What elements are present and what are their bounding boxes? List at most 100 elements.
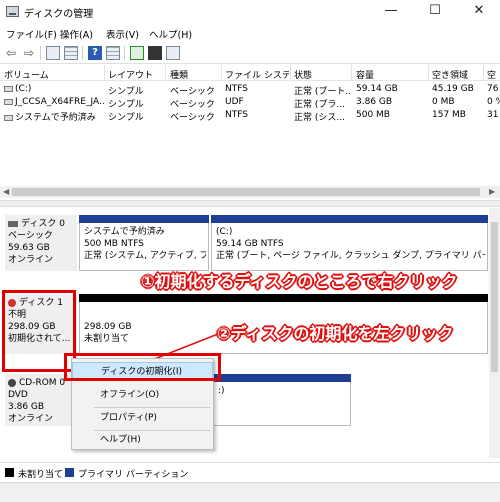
unallocated-swatch bbox=[5, 468, 14, 477]
filesystem-cell: NTFS bbox=[225, 110, 248, 120]
disk0-size: 59.63 GB bbox=[8, 243, 50, 253]
menu-item-offline[interactable]: オフライン(O) bbox=[72, 386, 213, 405]
partition-status: 正常 (ブート, ページ ファイル, クラッシュ ダンプ, プライマリ パー bbox=[216, 251, 485, 261]
menu-item-properties[interactable]: プロパティ(P) bbox=[72, 409, 213, 428]
col-type[interactable]: 種類 bbox=[170, 68, 220, 81]
cdrom-label[interactable]: CD-ROM 0 DVD 3.86 GB オンライン bbox=[5, 374, 77, 426]
scroll-left-icon[interactable]: ◀ bbox=[3, 186, 9, 198]
toolbar: ⇦ ⇨ ? bbox=[0, 42, 500, 64]
back-arrow-icon[interactable]: ⇦ bbox=[4, 46, 18, 60]
status-bar bbox=[0, 482, 500, 502]
forward-arrow-icon[interactable]: ⇨ bbox=[22, 46, 36, 60]
primary-partition-swatch bbox=[65, 468, 74, 477]
menu-item-help[interactable]: ヘルプ(H) bbox=[72, 431, 213, 450]
layout-cell: シンプル bbox=[108, 113, 144, 123]
disk-settings-icon[interactable] bbox=[148, 46, 162, 60]
column-divider[interactable] bbox=[221, 65, 222, 81]
filesystem-cell: UDF bbox=[225, 97, 244, 107]
partition-status: 正常 (システム, アクティブ, プライ bbox=[84, 251, 206, 261]
col-status[interactable]: 状態 bbox=[294, 68, 350, 81]
legend-unallocated: 未割り当て bbox=[18, 470, 64, 480]
volume-name-cell: (C:) bbox=[4, 84, 104, 94]
partition-details: (C:) 59.14 GB NTFS 正常 (ブート, ページ ファイル, クラ… bbox=[216, 226, 485, 262]
volume-list-horizontal-scrollbar[interactable]: ◀ ▶ bbox=[0, 186, 500, 198]
column-divider[interactable] bbox=[104, 65, 105, 81]
maximize-button[interactable]: ☐ bbox=[414, 0, 456, 22]
highlight-initialize-menu-item bbox=[64, 353, 221, 381]
rescan-icon[interactable] bbox=[166, 46, 180, 60]
volume-row[interactable]: システムで予約済み シンプル ベーシック NTFS 正常 (シス... 500 … bbox=[0, 109, 500, 123]
volume-list: ボリューム レイアウト 種類 ファイル システム 状態 容量 空き領域 空 (C… bbox=[0, 65, 500, 185]
col-layout[interactable]: レイアウト bbox=[108, 68, 164, 81]
column-divider[interactable] bbox=[351, 65, 352, 81]
col-percent-free[interactable]: 空 bbox=[487, 68, 500, 81]
disk0-type: ベーシック bbox=[8, 231, 53, 241]
percent-free-cell: 31 % bbox=[487, 110, 500, 120]
toolbar-separator bbox=[124, 46, 125, 60]
menu-file[interactable]: ファイル(F) bbox=[6, 27, 57, 41]
disk0-name: ディスク 0 bbox=[21, 219, 65, 229]
drive-icon bbox=[4, 98, 13, 105]
col-capacity[interactable]: 容量 bbox=[356, 68, 426, 81]
type-cell: ベーシック bbox=[170, 113, 215, 123]
volume-list-header: ボリューム レイアウト 種類 ファイル システム 状態 容量 空き領域 空 bbox=[0, 65, 500, 81]
window-title: ディスクの管理 bbox=[24, 9, 94, 20]
unallocated-bar bbox=[79, 294, 488, 302]
volume-name: (C:) bbox=[15, 84, 32, 94]
drive-icon bbox=[4, 114, 13, 121]
cdrom-size: 3.86 GB bbox=[8, 402, 45, 412]
volume-name: J_CCSA_X64FRE_JA... bbox=[15, 97, 104, 107]
scrollbar-thumb[interactable] bbox=[12, 188, 480, 196]
title-bar: ディスクの管理 — ☐ ✕ bbox=[0, 0, 500, 24]
column-divider[interactable] bbox=[483, 65, 484, 81]
help-icon[interactable]: ? bbox=[88, 46, 102, 60]
column-divider[interactable] bbox=[428, 65, 429, 81]
menu-action[interactable]: 操作(A) bbox=[60, 27, 93, 41]
menu-help[interactable]: ヘルプ(H) bbox=[149, 27, 192, 41]
list-view-icon[interactable] bbox=[64, 46, 78, 60]
properties-icon[interactable] bbox=[106, 46, 120, 60]
disk-view-vertical-scrollbar[interactable] bbox=[489, 208, 500, 458]
free-space-cell: 0 MB bbox=[432, 97, 455, 107]
free-space-cell: 45.19 GB bbox=[432, 84, 474, 94]
scrollbar-thumb[interactable] bbox=[491, 222, 498, 372]
capacity-cell: 500 MB bbox=[356, 110, 390, 120]
disk0-partition-system-reserved[interactable]: システムで予約済み 500 MB NTFS 正常 (システム, アクティブ, プ… bbox=[79, 215, 209, 271]
disk0-label[interactable]: ディスク 0 ベーシック 59.63 GB オンライン bbox=[5, 215, 77, 271]
cdrom-name: CD-ROM 0 bbox=[19, 378, 66, 388]
column-divider[interactable] bbox=[290, 65, 291, 81]
partition-name: (C:) bbox=[216, 227, 233, 237]
annotation-step2: ②ディスクの初期化を左クリック bbox=[217, 324, 454, 343]
toolbar-separator bbox=[40, 46, 41, 60]
percent-free-cell: 0 % bbox=[487, 97, 500, 107]
refresh-icon[interactable] bbox=[130, 46, 144, 60]
primary-partition-bar bbox=[211, 215, 488, 223]
close-button[interactable]: ✕ bbox=[458, 0, 500, 22]
menu-bar: ファイル(F) 操作(A) 表示(V) ヘルプ(H) bbox=[0, 24, 500, 42]
capacity-cell: 59.14 GB bbox=[356, 84, 398, 94]
cdrom-volume-label: :) bbox=[218, 386, 225, 396]
primary-partition-bar bbox=[79, 215, 209, 223]
disk0-partition-c[interactable]: (C:) 59.14 GB NTFS 正常 (ブート, ページ ファイル, クラ… bbox=[211, 215, 488, 271]
pane-splitter[interactable] bbox=[0, 200, 500, 207]
menu-separator bbox=[94, 407, 210, 408]
col-filesystem[interactable]: ファイル システム bbox=[225, 68, 289, 81]
drive-icon bbox=[4, 85, 13, 92]
filesystem-cell: NTFS bbox=[225, 84, 248, 94]
minimize-button[interactable]: — bbox=[370, 0, 412, 22]
menu-view[interactable]: 表示(V) bbox=[106, 27, 139, 41]
toolbar-separator bbox=[82, 46, 83, 60]
volume-row[interactable]: (C:) シンプル ベーシック NTFS 正常 (ブート... 59.14 GB… bbox=[0, 83, 500, 97]
percent-free-cell: 76 % bbox=[487, 84, 500, 94]
col-volume[interactable]: ボリューム bbox=[4, 68, 104, 81]
scroll-right-icon[interactable]: ▶ bbox=[489, 186, 495, 198]
status-cell: 正常 (シス... bbox=[294, 113, 345, 123]
column-divider[interactable] bbox=[165, 65, 166, 81]
col-free-space[interactable]: 空き領域 bbox=[432, 68, 482, 81]
console-tree-icon[interactable] bbox=[46, 46, 60, 60]
cd-drive-icon bbox=[8, 378, 16, 387]
free-space-cell: 157 MB bbox=[432, 110, 466, 120]
volume-row[interactable]: J_CCSA_X64FRE_JA... シンプル ベーシック UDF 正常 (プ… bbox=[0, 96, 500, 110]
disk-icon bbox=[8, 220, 18, 227]
volume-name-cell: システムで予約済み bbox=[4, 110, 104, 123]
